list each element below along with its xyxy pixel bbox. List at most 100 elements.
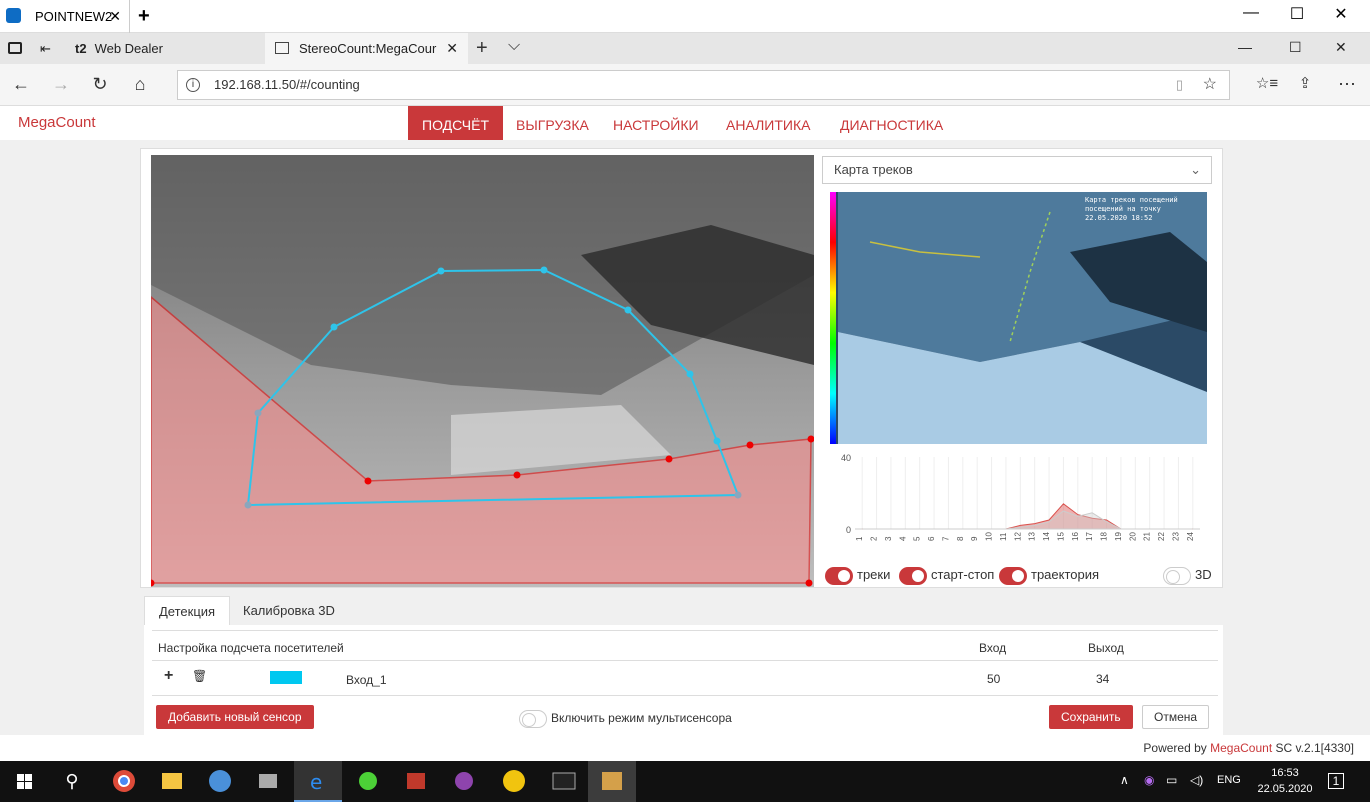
toggle-3d[interactable]: 3D <box>1163 565 1212 585</box>
sensor-color-swatch[interactable] <box>270 671 302 684</box>
camera-view[interactable] <box>151 155 814 587</box>
tray-app-icon[interactable]: ◉ <box>1144 773 1154 787</box>
1c-icon[interactable] <box>490 761 538 802</box>
forward-arrow-icon[interactable]: → <box>46 74 76 95</box>
delete-icon[interactable]: 🗑 <box>192 669 207 683</box>
favorite-star-icon[interactable]: ☆ <box>1203 71 1217 99</box>
printer-app-icon[interactable] <box>244 761 292 802</box>
toggle-start-stop[interactable]: старт-стоп <box>899 565 994 585</box>
toggle-tracks[interactable]: треки <box>825 565 890 585</box>
camera-overlay[interactable] <box>151 155 814 587</box>
more-menu-icon[interactable]: ⋯ <box>1332 74 1362 95</box>
back-arrow-icon[interactable]: ← <box>6 74 36 95</box>
column-in: Вход <box>979 641 1007 655</box>
x-tick-label: 5 <box>913 536 922 541</box>
messenger-icon[interactable] <box>440 761 488 802</box>
cancel-button[interactable]: Отмена <box>1142 705 1210 729</box>
reading-view-icon[interactable]: ▯ <box>1176 71 1183 99</box>
tab-actions-icon[interactable] <box>8 42 22 54</box>
x-tick-label: 2 <box>870 536 879 541</box>
teamviewer-icon <box>6 8 21 23</box>
tray-chevron-icon[interactable]: ∧ <box>1120 773 1129 787</box>
icq-icon[interactable] <box>344 761 392 802</box>
close-button[interactable]: ✕ <box>1326 4 1356 24</box>
favorites-hub-icon[interactable]: ☆≡ <box>1252 74 1282 92</box>
notifications-icon[interactable]: 1 <box>1328 773 1344 789</box>
add-sensor-button[interactable]: Добавить новый сенсор <box>156 705 314 729</box>
new-tab-button[interactable]: + <box>476 37 488 60</box>
multisensor-toggle[interactable]: Включить режим мультисенсора <box>519 710 732 728</box>
x-tick-label: 19 <box>1114 532 1123 541</box>
toggle-trajectory[interactable]: траектория <box>999 565 1099 585</box>
tab-web-dealer[interactable]: t2 Web Dealer <box>67 33 264 64</box>
tab-list-button[interactable]: ⌵ <box>508 37 520 55</box>
save-button[interactable]: Сохранить <box>1049 705 1133 729</box>
info-icon[interactable]: i <box>186 78 200 92</box>
tab-stereocount[interactable]: StereoCount:MegaCour ✕ <box>265 33 468 64</box>
new-remote-tab-button[interactable]: + <box>138 5 150 28</box>
archive-icon[interactable] <box>392 761 440 802</box>
search-icon[interactable]: ⚲ <box>48 761 96 802</box>
browser-minimize-button[interactable]: — <box>1238 39 1252 55</box>
tracks-switch[interactable] <box>825 566 853 585</box>
nav-analytics[interactable]: АНАЛИТИКА <box>712 106 824 140</box>
t2-icon: t2 <box>75 41 87 56</box>
home-icon[interactable]: ⌂ <box>125 74 155 95</box>
x-tick-label: 14 <box>1042 532 1051 541</box>
volume-icon[interactable]: ◁) <box>1190 773 1203 787</box>
share-icon[interactable]: ⇪ <box>1290 74 1320 92</box>
version: SC v.2.1[4330] <box>1275 741 1355 755</box>
x-tick-label: 10 <box>985 532 994 541</box>
browser-close-button[interactable]: ✕ <box>1335 39 1347 56</box>
viewer-panel: Карта треков ⌄ Карта треков посещений пос… <box>140 148 1223 588</box>
trajectory-switch[interactable] <box>999 566 1027 585</box>
teamviewer-task-icon[interactable] <box>588 761 636 802</box>
clock-date: 22.05.2020 <box>1257 783 1313 795</box>
browser-tab-strip: ⇤ t2 Web Dealer StereoCount:MegaCour ✕ + ⌵… <box>0 33 1370 64</box>
3d-switch[interactable] <box>1163 566 1191 585</box>
app-icon[interactable] <box>196 761 244 802</box>
brand-logo[interactable]: MegaCount <box>18 114 96 131</box>
nav-diagnostics[interactable]: ДИАГНОСТИКА <box>826 106 957 140</box>
powered-product[interactable]: MegaCount <box>1210 741 1272 755</box>
add-icon[interactable]: + <box>164 667 173 685</box>
x-tick-label: 7 <box>941 536 950 541</box>
language-indicator[interactable]: ENG <box>1217 774 1241 786</box>
track-heatmap: Карта треков посещений посещений на точк… <box>830 192 1207 444</box>
x-tick-label: 16 <box>1071 532 1080 541</box>
set-aside-tabs-icon[interactable]: ⇤ <box>40 41 51 57</box>
x-tick-label: 20 <box>1128 532 1137 541</box>
x-tick-label: 24 <box>1186 532 1195 541</box>
close-icon[interactable]: ✕ <box>109 0 121 33</box>
multisensor-switch[interactable] <box>519 710 547 728</box>
tab-detection[interactable]: Детекция <box>144 596 231 626</box>
divider <box>152 695 1218 696</box>
maximize-button[interactable]: ☐ <box>1282 4 1312 24</box>
edge-icon[interactable]: e <box>294 761 342 802</box>
url-input[interactable]: i 192.168.11.50/#/counting ▯ ☆ <box>177 70 1230 100</box>
heatmap-caption: Карта треков посещений посещений на точк… <box>1085 196 1178 222</box>
browser-restore-button[interactable]: ☐ <box>1289 39 1302 56</box>
file-explorer-icon[interactable] <box>148 761 196 802</box>
nav-export[interactable]: ВЫГРУЗКА <box>502 106 603 140</box>
minimize-button[interactable]: — <box>1236 4 1266 22</box>
x-tick-label: 22 <box>1157 532 1166 541</box>
view-mode-select[interactable]: Карта треков ⌄ <box>822 156 1212 184</box>
chrome-icon[interactable] <box>100 761 148 802</box>
nav-counting[interactable]: ПОДСЧЁТ <box>408 106 503 140</box>
y-tick-label: 0 <box>846 525 851 535</box>
refresh-icon[interactable]: ↻ <box>85 74 115 95</box>
powered-by: Powered by MegaCount SC v.2.1[4330] <box>1143 735 1354 761</box>
clock[interactable]: 16:53 22.05.2020 <box>1250 765 1320 797</box>
close-tab-icon[interactable]: ✕ <box>446 33 458 64</box>
remote-tab[interactable]: POINTNEW2 ✕ <box>27 0 130 33</box>
start-stop-switch[interactable] <box>899 566 927 585</box>
windows-start-icon[interactable] <box>0 761 48 802</box>
terminal-icon[interactable] <box>540 761 588 802</box>
network-icon[interactable]: ▭ <box>1166 773 1177 787</box>
column-out: Выход <box>1088 641 1124 655</box>
nav-settings[interactable]: НАСТРОЙКИ <box>599 106 713 140</box>
tab-calibration-3d[interactable]: Калибровка 3D <box>229 596 349 626</box>
page-icon <box>275 42 289 54</box>
heatmap-scene <box>838 192 1207 444</box>
